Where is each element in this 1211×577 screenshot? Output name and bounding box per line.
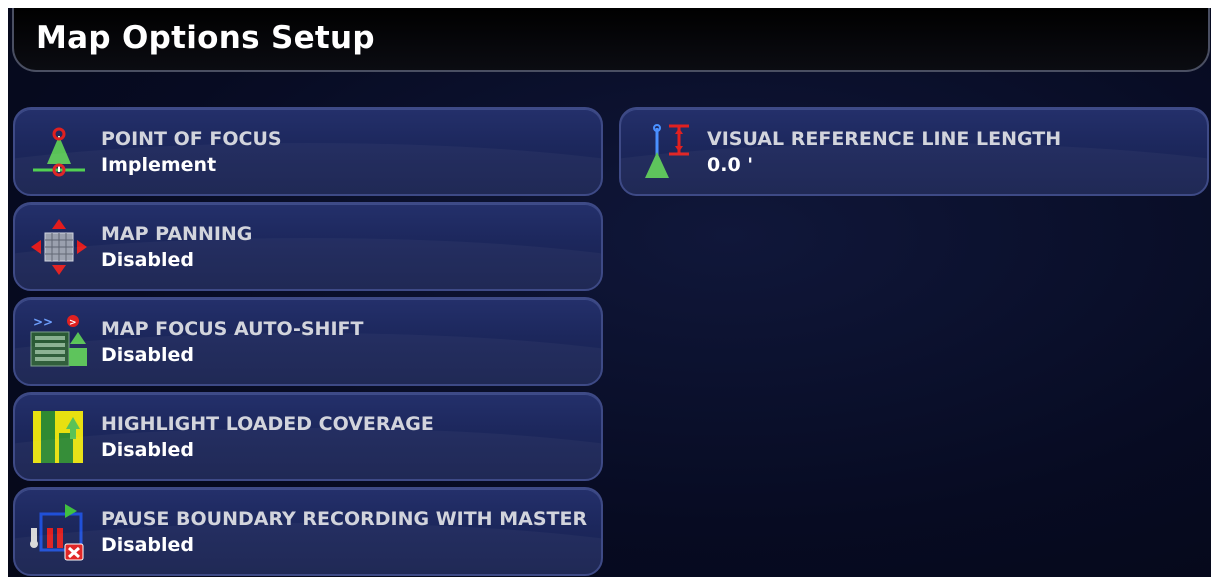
- pause-boundary-recording-button[interactable]: PAUSE BOUNDARY RECORDING WITH MASTER Dis…: [13, 487, 603, 576]
- visual-reference-line-length-button[interactable]: VISUAL REFERENCE LINE LENGTH 0.0 ': [619, 107, 1209, 196]
- option-value: Disabled: [101, 344, 195, 366]
- svg-text:>>: >>: [33, 315, 53, 329]
- option-value: 0.0 ': [707, 154, 754, 176]
- map-focus-auto-shift-icon: >> >: [30, 315, 87, 367]
- option-label: HIGHLIGHT LOADED COVERAGE: [101, 413, 434, 435]
- page-title: Map Options Setup: [36, 20, 375, 56]
- option-label: POINT OF FOCUS: [101, 128, 282, 150]
- option-value: Disabled: [101, 534, 195, 556]
- option-label: MAP PANNING: [101, 223, 253, 245]
- map-panning-icon: [31, 219, 87, 275]
- option-value: Disabled: [101, 439, 195, 461]
- highlight-coverage-icon: [33, 411, 83, 463]
- highlight-loaded-coverage-button[interactable]: HIGHLIGHT LOADED COVERAGE Disabled: [13, 392, 603, 481]
- map-options-screen: Map Options Setup POINT OF FOCUS Impleme…: [8, 8, 1211, 577]
- point-of-focus-icon: [33, 127, 85, 177]
- point-of-focus-button[interactable]: POINT OF FOCUS Implement: [13, 107, 603, 196]
- option-label: PAUSE BOUNDARY RECORDING WITH MASTER: [101, 508, 588, 530]
- map-panning-button[interactable]: MAP PANNING Disabled: [13, 202, 603, 291]
- pause-boundary-icon: [30, 504, 84, 561]
- option-value: Implement: [101, 154, 217, 176]
- reference-line-length-icon: [645, 124, 689, 178]
- title-bar: Map Options Setup: [12, 8, 1210, 72]
- option-label: MAP FOCUS AUTO-SHIFT: [101, 318, 364, 340]
- map-focus-auto-shift-button[interactable]: >> > MAP FOCUS AUTO-SHIFT Disabled: [13, 297, 603, 386]
- option-label: VISUAL REFERENCE LINE LENGTH: [707, 128, 1062, 150]
- svg-text:>: >: [69, 318, 77, 328]
- option-value: Disabled: [101, 249, 195, 271]
